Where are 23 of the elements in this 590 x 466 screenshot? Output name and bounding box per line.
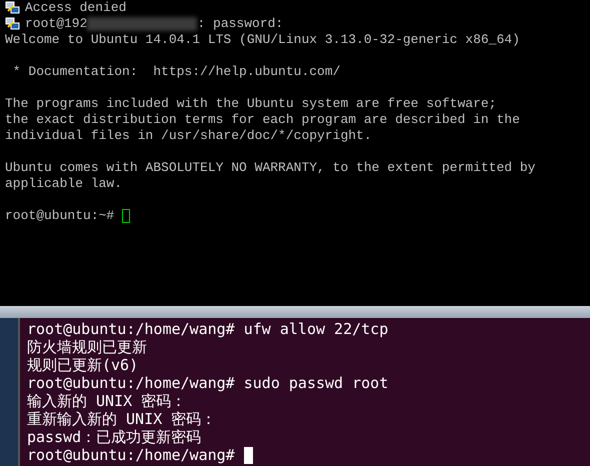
terminal-line: 重新输入新的 UNIX 密码： — [27, 410, 216, 428]
terminal-line: passwd：已成功更新密码 — [27, 428, 202, 446]
terminal-line: * Documentation: https://help.ubuntu.com/ — [12, 64, 340, 79]
terminal-line: applicable law. — [5, 176, 122, 191]
text-cursor — [244, 447, 253, 464]
terminal-line: the exact distribution terms for each program are described in the — [5, 112, 520, 127]
terminal-line: The programs included with the Ubuntu system are free software; — [5, 96, 496, 111]
terminal-line: 输入新的 UNIX 密码： — [27, 392, 186, 410]
shell-prompt: root@ubuntu:/home/wang# — [27, 446, 235, 464]
terminal-line: Welcome to Ubuntu 14.04.1 LTS (GNU/Linux 3.13.0-32-generic x86_64) — [5, 32, 520, 47]
terminal-line: 规则已更新(v6) — [27, 356, 138, 374]
text-cursor — [122, 208, 130, 223]
computer-icon — [5, 16, 21, 31]
terminal-line: Access denied — [25, 0, 126, 15]
terminal-line: root@ubuntu:/home/wang# ufw allow 22/tcp — [27, 320, 388, 338]
terminal-line: root@ubuntu:/home/wang# sudo passwd root — [27, 374, 388, 392]
computer-icon — [5, 0, 21, 15]
password-prompt: : password: — [197, 16, 284, 31]
terminal-line: 防火墙规则已更新 — [27, 338, 147, 356]
login-prompt: root@192 — [25, 16, 88, 31]
terminal-line: Ubuntu comes with ABSOLUTELY NO WARRANTY, to the extent permitted by — [5, 160, 536, 175]
terminal-line: individual files in /usr/share/doc/*/copyright. — [5, 128, 372, 143]
shell-prompt: root@ubuntu:~# — [5, 208, 114, 223]
